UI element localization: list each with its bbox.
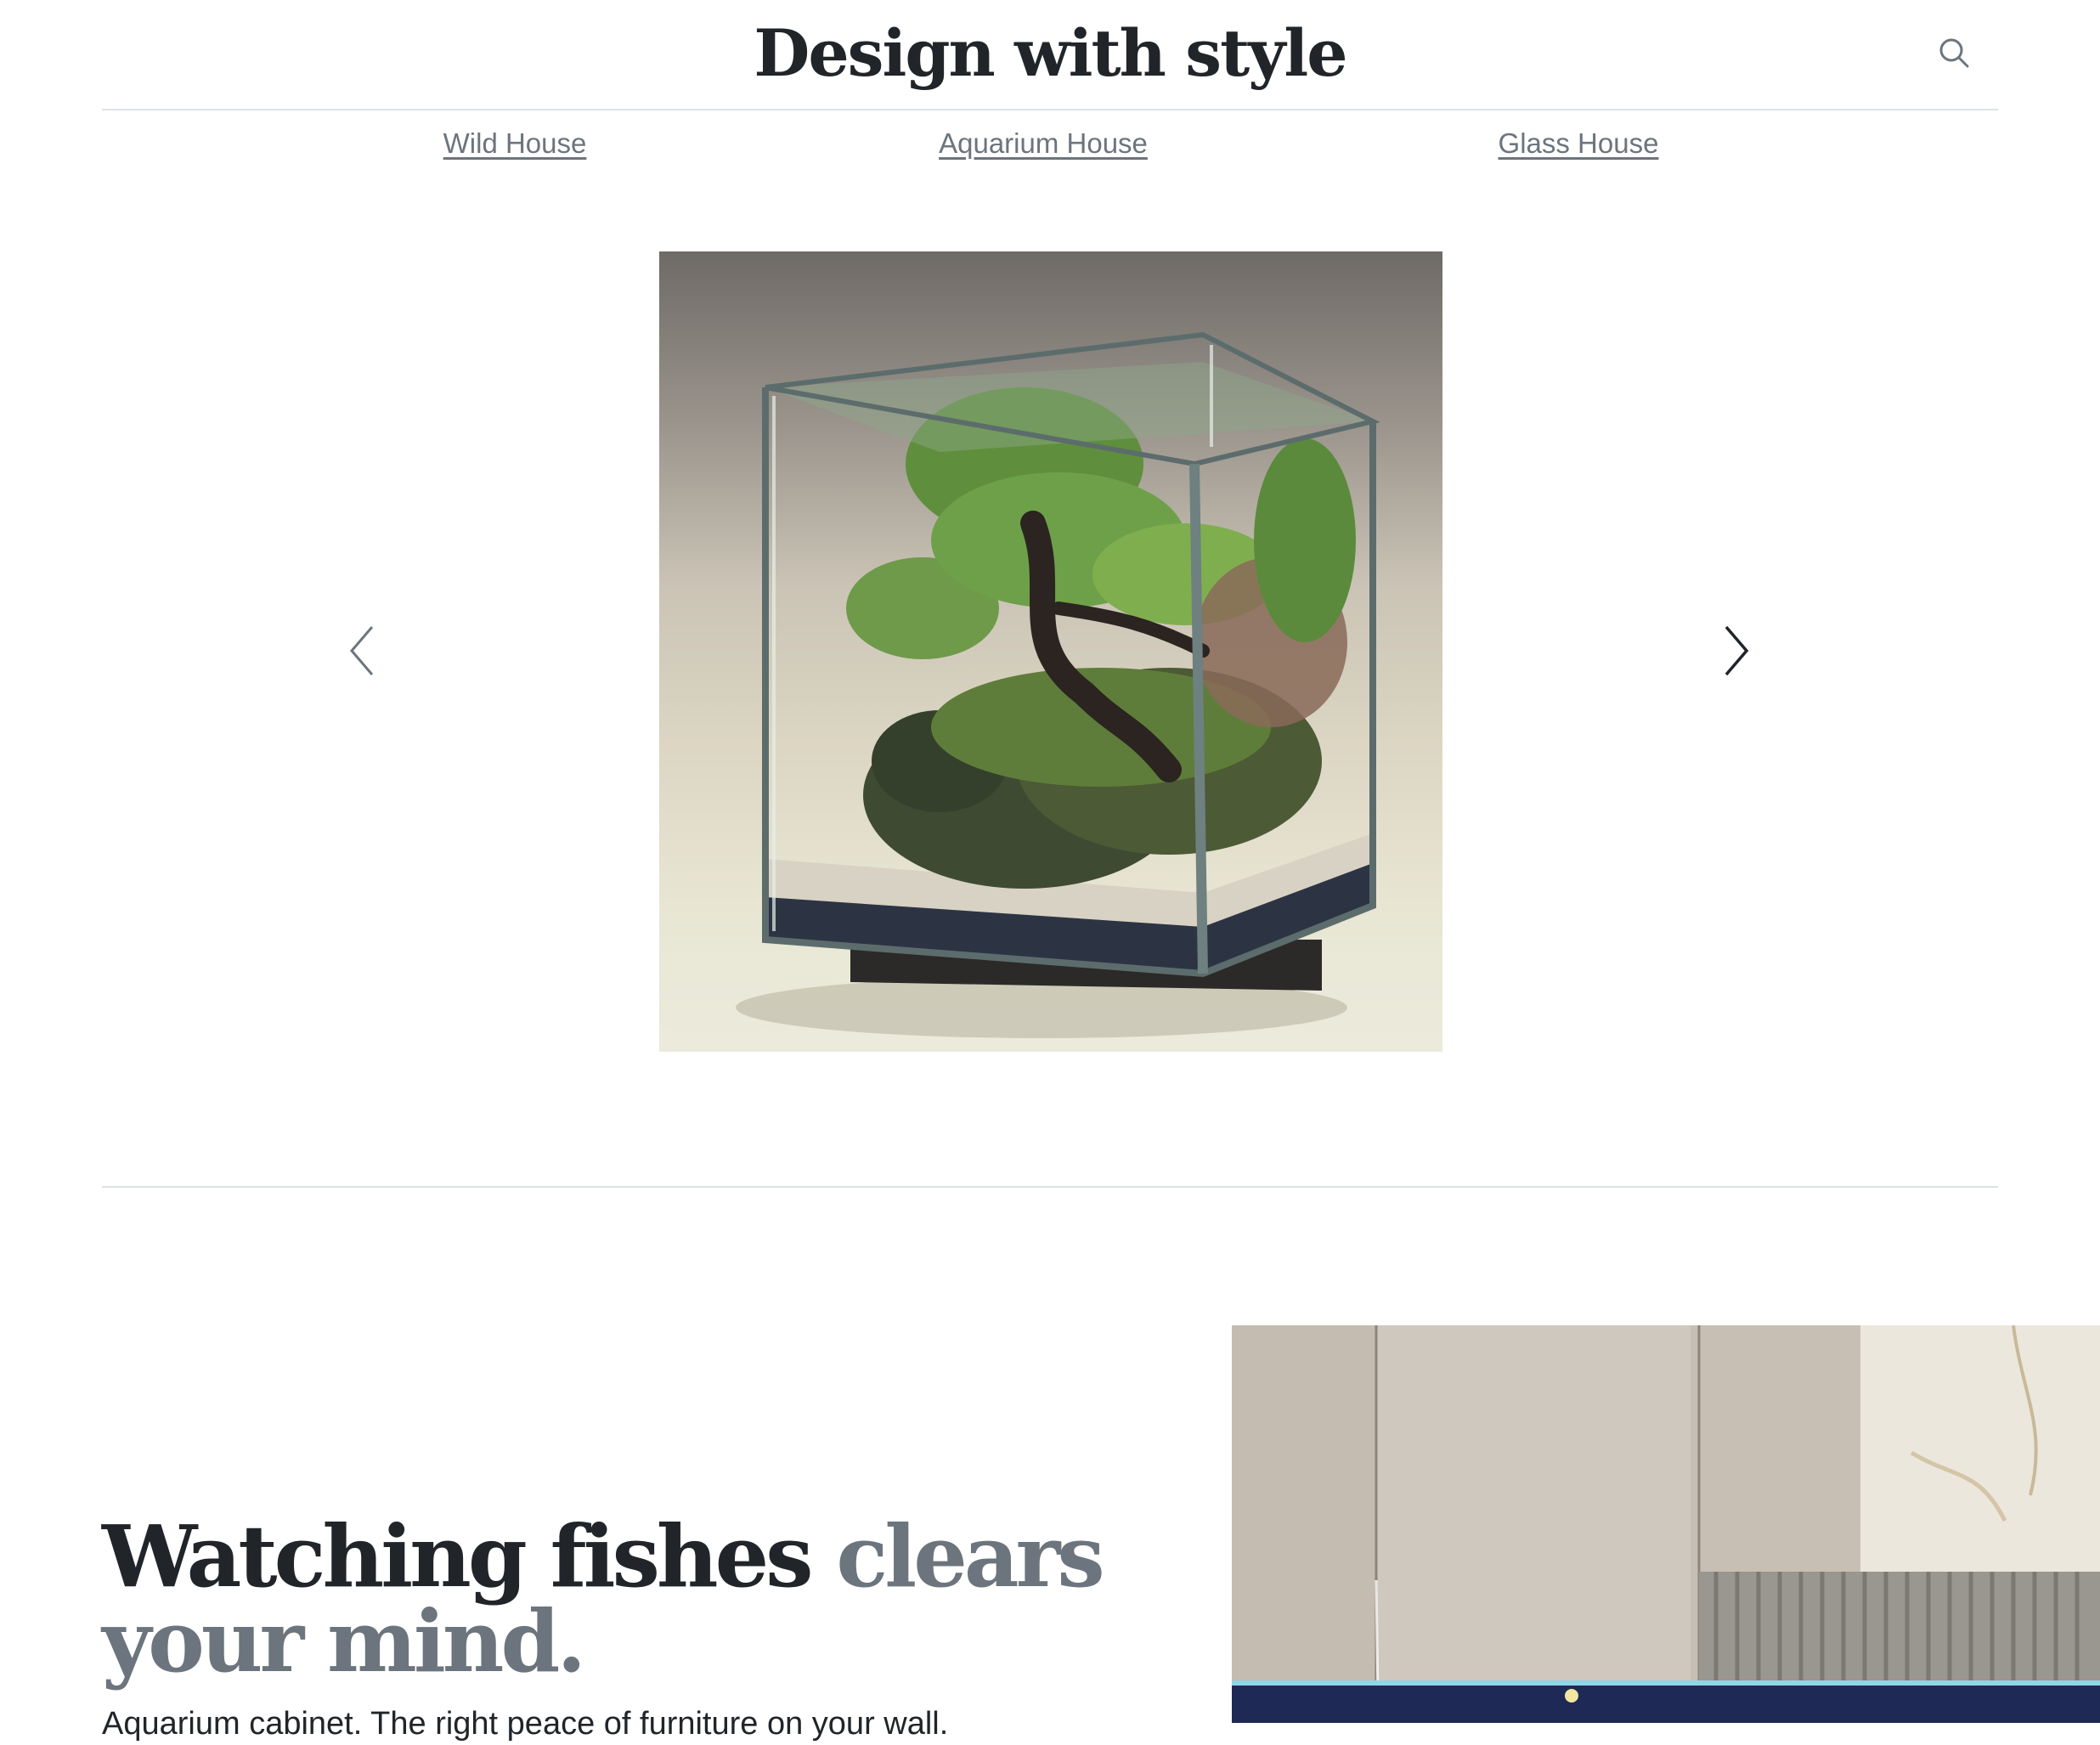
image-carousel (0, 251, 2100, 1052)
bonsai-aquarium-image (736, 331, 1380, 1038)
feature-heading: Watching fishes clears your mind. (102, 1514, 1223, 1684)
header-divider (102, 109, 1998, 110)
carousel-slide-image (659, 251, 1442, 1052)
feature-section: Watching fishes clears your mind. Aquari… (0, 1325, 2100, 1742)
feature-lead-text: Aquarium cabinet. The right peace of fur… (102, 1706, 949, 1742)
search-button[interactable] (1928, 27, 1979, 78)
chevron-right-icon (1725, 625, 1749, 676)
carousel-next-button[interactable] (1702, 617, 1770, 685)
carousel-prev-button[interactable] (328, 617, 396, 685)
nav-link-glass-house[interactable]: Glass House (1499, 127, 1659, 160)
aquarium-cabinet-image (1232, 1325, 2100, 1723)
category-nav: Wild House Aquarium House Glass House (0, 127, 2100, 175)
search-icon (1939, 38, 1969, 68)
nav-link-aquarium-house[interactable]: Aquarium House (939, 127, 1148, 160)
site-title: Design with style (754, 15, 1347, 91)
chevron-left-icon (350, 626, 374, 675)
nav-link-wild-house[interactable]: Wild House (443, 127, 587, 160)
section-divider (102, 1186, 1998, 1188)
feature-image (1232, 1325, 2100, 1723)
